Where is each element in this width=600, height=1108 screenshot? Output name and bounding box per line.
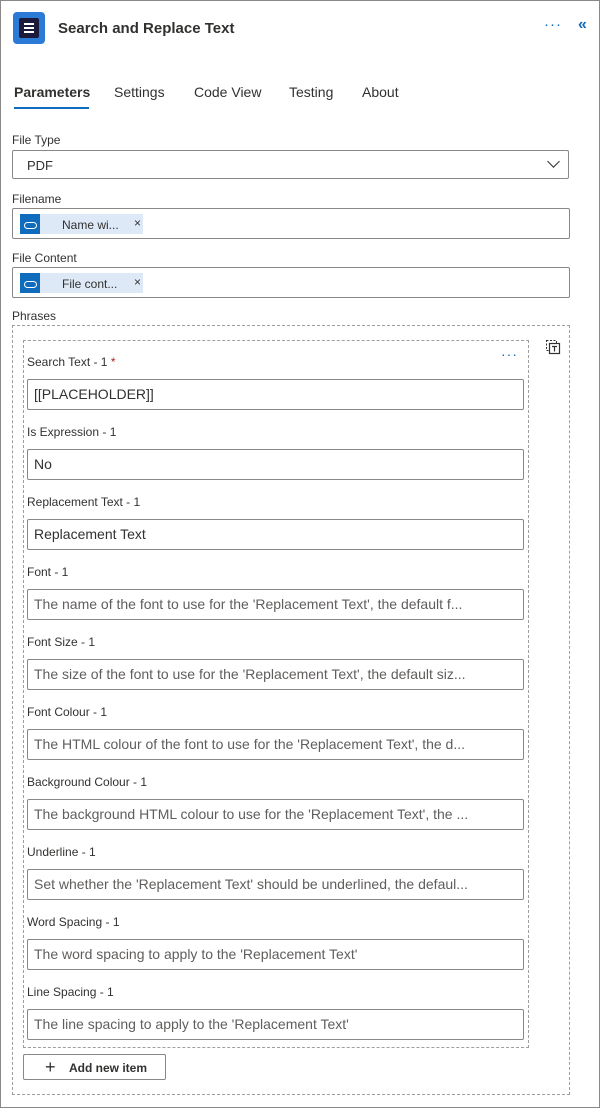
replacement-text-input[interactable]: Replacement Text [27,519,524,550]
file-content-token[interactable]: File cont... × [20,273,143,293]
is-expression-label: Is Expression - 1 [27,425,117,439]
font-size-label: Font Size - 1 [27,635,96,649]
remove-token-icon[interactable]: × [134,216,141,230]
switch-to-text-mode-icon[interactable] [545,339,561,355]
active-tab-indicator [14,107,89,109]
required-marker: * [110,355,116,369]
tab-testing[interactable]: Testing [289,84,333,100]
underline-input[interactable]: Set whether the 'Replacement Text' shoul… [27,869,524,900]
tab-code-view[interactable]: Code View [194,84,261,100]
is-expression-input[interactable]: No [27,449,524,480]
add-new-item-button[interactable]: + Add new item [23,1054,166,1080]
font-size-input[interactable]: The size of the font to use for the 'Rep… [27,659,524,690]
background-colour-input[interactable]: The background HTML colour to use for th… [27,799,524,830]
filename-token-label: Name wi... [62,218,119,232]
word-spacing-label: Word Spacing - 1 [27,915,120,929]
item-more-options-icon[interactable]: ··· [501,346,518,362]
underline-label: Underline - 1 [27,845,96,859]
tab-settings[interactable]: Settings [114,84,165,100]
file-content-label: File Content [12,251,77,265]
onedrive-icon [20,214,40,234]
collapse-panel-icon[interactable]: « [578,16,587,34]
file-type-value: PDF [27,158,53,173]
add-new-item-label: Add new item [69,1061,148,1075]
onedrive-icon [20,273,40,293]
file-type-label: File Type [12,133,61,147]
line-spacing-label: Line Spacing - 1 [27,985,114,999]
filename-label: Filename [12,192,62,206]
font-colour-label: Font Colour - 1 [27,705,108,719]
tab-about[interactable]: About [362,84,399,100]
replacement-text-label: Replacement Text - 1 [27,495,141,509]
search-text-input[interactable]: [[PLACEHOLDER]] [27,379,524,410]
word-spacing-input[interactable]: The word spacing to apply to the 'Replac… [27,939,524,970]
filename-field[interactable]: Name wi... × [12,208,570,239]
font-input[interactable]: The name of the font to use for the 'Rep… [27,589,524,620]
chevron-down-icon [547,155,560,168]
remove-token-icon[interactable]: × [134,275,141,289]
file-content-token-label: File cont... [62,277,118,291]
phrases-label: Phrases [12,309,57,323]
line-spacing-input[interactable]: The line spacing to apply to the 'Replac… [27,1009,524,1040]
app-logo-icon [13,12,45,44]
tab-parameters[interactable]: Parameters [14,84,90,100]
search-text-label: Search Text - 1 * [27,355,116,369]
plus-icon: + [45,1057,56,1077]
filename-token[interactable]: Name wi... × [20,214,143,234]
background-colour-label: Background Colour - 1 [27,775,148,789]
panel-title: Search and Replace Text [58,20,235,37]
action-panel: Search and Replace Text ··· « Parameters… [0,0,600,1108]
font-label: Font - 1 [27,565,69,579]
file-type-dropdown[interactable]: PDF [12,150,569,179]
more-options-icon[interactable]: ··· [544,16,562,33]
font-colour-input[interactable]: The HTML colour of the font to use for t… [27,729,524,760]
file-content-field[interactable]: File cont... × [12,267,570,298]
